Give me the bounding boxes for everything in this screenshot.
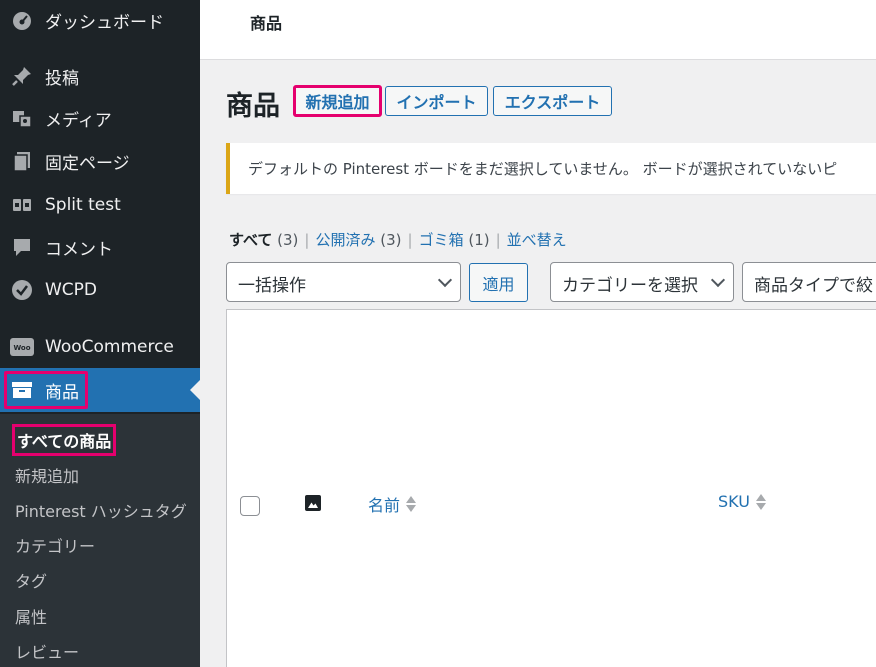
sort-icon — [755, 493, 766, 511]
pinterest-notice: デフォルトの Pinterest ボードをまだ選択していません。 ボードが選択さ… — [226, 143, 876, 194]
menu-label: ダッシュボード — [45, 12, 164, 33]
admin-sidebar: ダッシュボード 投稿 メディア 固定ページ Split test コメント WC… — [0, 0, 200, 667]
menu-pages[interactable]: 固定ページ — [0, 141, 200, 181]
bulk-action-select[interactable]: 一括操作 — [226, 262, 461, 302]
menu-woocommerce[interactable]: Woo WooCommerce — [0, 327, 200, 367]
view-all-count: (3) — [277, 231, 299, 249]
view-trash-count: (1) — [468, 231, 490, 249]
menu-dashboard[interactable]: ダッシュボード — [0, 0, 200, 40]
menu-label: メディア — [45, 110, 112, 131]
top-header-bar: 商品 — [200, 0, 876, 60]
import-button[interactable]: インポート — [385, 86, 488, 116]
pin-icon — [10, 64, 34, 88]
dashboard-icon — [10, 8, 34, 32]
menu-label: コメント — [45, 239, 113, 260]
menu-label: 投稿 — [45, 68, 79, 89]
select-all-checkbox[interactable] — [240, 496, 260, 516]
submenu-all-products[interactable]: すべての商品 — [12, 424, 117, 456]
view-published[interactable]: 公開済み — [315, 231, 375, 249]
chevron-down-icon — [710, 272, 726, 288]
chevron-down-icon — [437, 272, 453, 288]
submenu-attributes[interactable]: 属性 — [15, 604, 47, 628]
menu-label: WCPD — [45, 280, 98, 300]
submenu-add-new[interactable]: 新規追加 — [15, 463, 79, 487]
media-icon — [10, 106, 34, 130]
separator: | — [407, 231, 413, 249]
menu-products[interactable]: 商品 — [0, 368, 200, 412]
category-value: カテゴリーを選択 — [562, 276, 698, 296]
menu-label: 商品 — [45, 382, 79, 403]
notice-text: デフォルトの Pinterest ボードをまだ選択していません。 ボードが選択さ… — [248, 160, 838, 178]
add-new-button[interactable]: 新規追加 — [293, 85, 382, 117]
separator: | — [304, 231, 310, 249]
view-published-count: (3) — [380, 231, 402, 249]
products-table — [226, 309, 876, 667]
menu-label: 固定ページ — [45, 153, 130, 174]
menu-comments[interactable]: コメント — [0, 227, 200, 267]
submenu-categories[interactable]: カテゴリー — [15, 533, 95, 557]
svg-text:Woo: Woo — [13, 344, 30, 352]
view-all[interactable]: すべて — [229, 231, 272, 249]
category-select[interactable]: カテゴリーを選択 — [550, 262, 734, 302]
pages-icon — [10, 149, 34, 173]
product-type-select[interactable]: 商品タイプで絞 — [742, 262, 876, 302]
column-name-label: 名前 — [368, 496, 401, 515]
bulk-action-value: 一括操作 — [238, 276, 306, 296]
column-name[interactable]: 名前 — [368, 492, 417, 516]
menu-label: WooCommerce — [45, 337, 174, 357]
product-type-value: 商品タイプで絞 — [754, 276, 873, 296]
column-sku[interactable]: SKU — [718, 492, 766, 511]
check-circle-icon — [10, 278, 34, 302]
archive-icon — [10, 378, 34, 402]
split-test-icon — [10, 193, 34, 217]
sort-icon — [406, 495, 417, 513]
woocommerce-icon: Woo — [10, 335, 34, 359]
image-icon — [305, 495, 321, 511]
products-submenu: すべての商品 新規追加 Pinterest ハッシュタグ カテゴリー タグ 属性… — [0, 414, 200, 667]
menu-split-test[interactable]: Split test — [0, 185, 200, 225]
separator: | — [495, 231, 501, 249]
page-title: 商品 — [226, 91, 280, 122]
status-views: すべて (3) | 公開済み (3) | ゴミ箱 (1) | 並べ替え — [229, 229, 567, 250]
export-button[interactable]: エクスポート — [493, 86, 612, 116]
current-arrow — [190, 380, 200, 400]
menu-wcpd[interactable]: WCPD — [0, 270, 200, 310]
menu-posts[interactable]: 投稿 — [0, 56, 200, 96]
submenu-reviews[interactable]: レビュー — [15, 639, 79, 663]
submenu-tags[interactable]: タグ — [15, 568, 47, 592]
submenu-pinterest-hashtag[interactable]: Pinterest ハッシュタグ — [15, 498, 187, 522]
view-sort[interactable]: 並べ替え — [507, 231, 567, 249]
column-sku-label: SKU — [718, 492, 750, 511]
breadcrumb-title: 商品 — [250, 14, 283, 33]
comment-icon — [10, 235, 34, 259]
menu-label: Split test — [45, 195, 121, 215]
view-trash[interactable]: ゴミ箱 — [419, 231, 464, 249]
menu-media[interactable]: メディア — [0, 98, 200, 138]
apply-button[interactable]: 適用 — [469, 263, 528, 302]
